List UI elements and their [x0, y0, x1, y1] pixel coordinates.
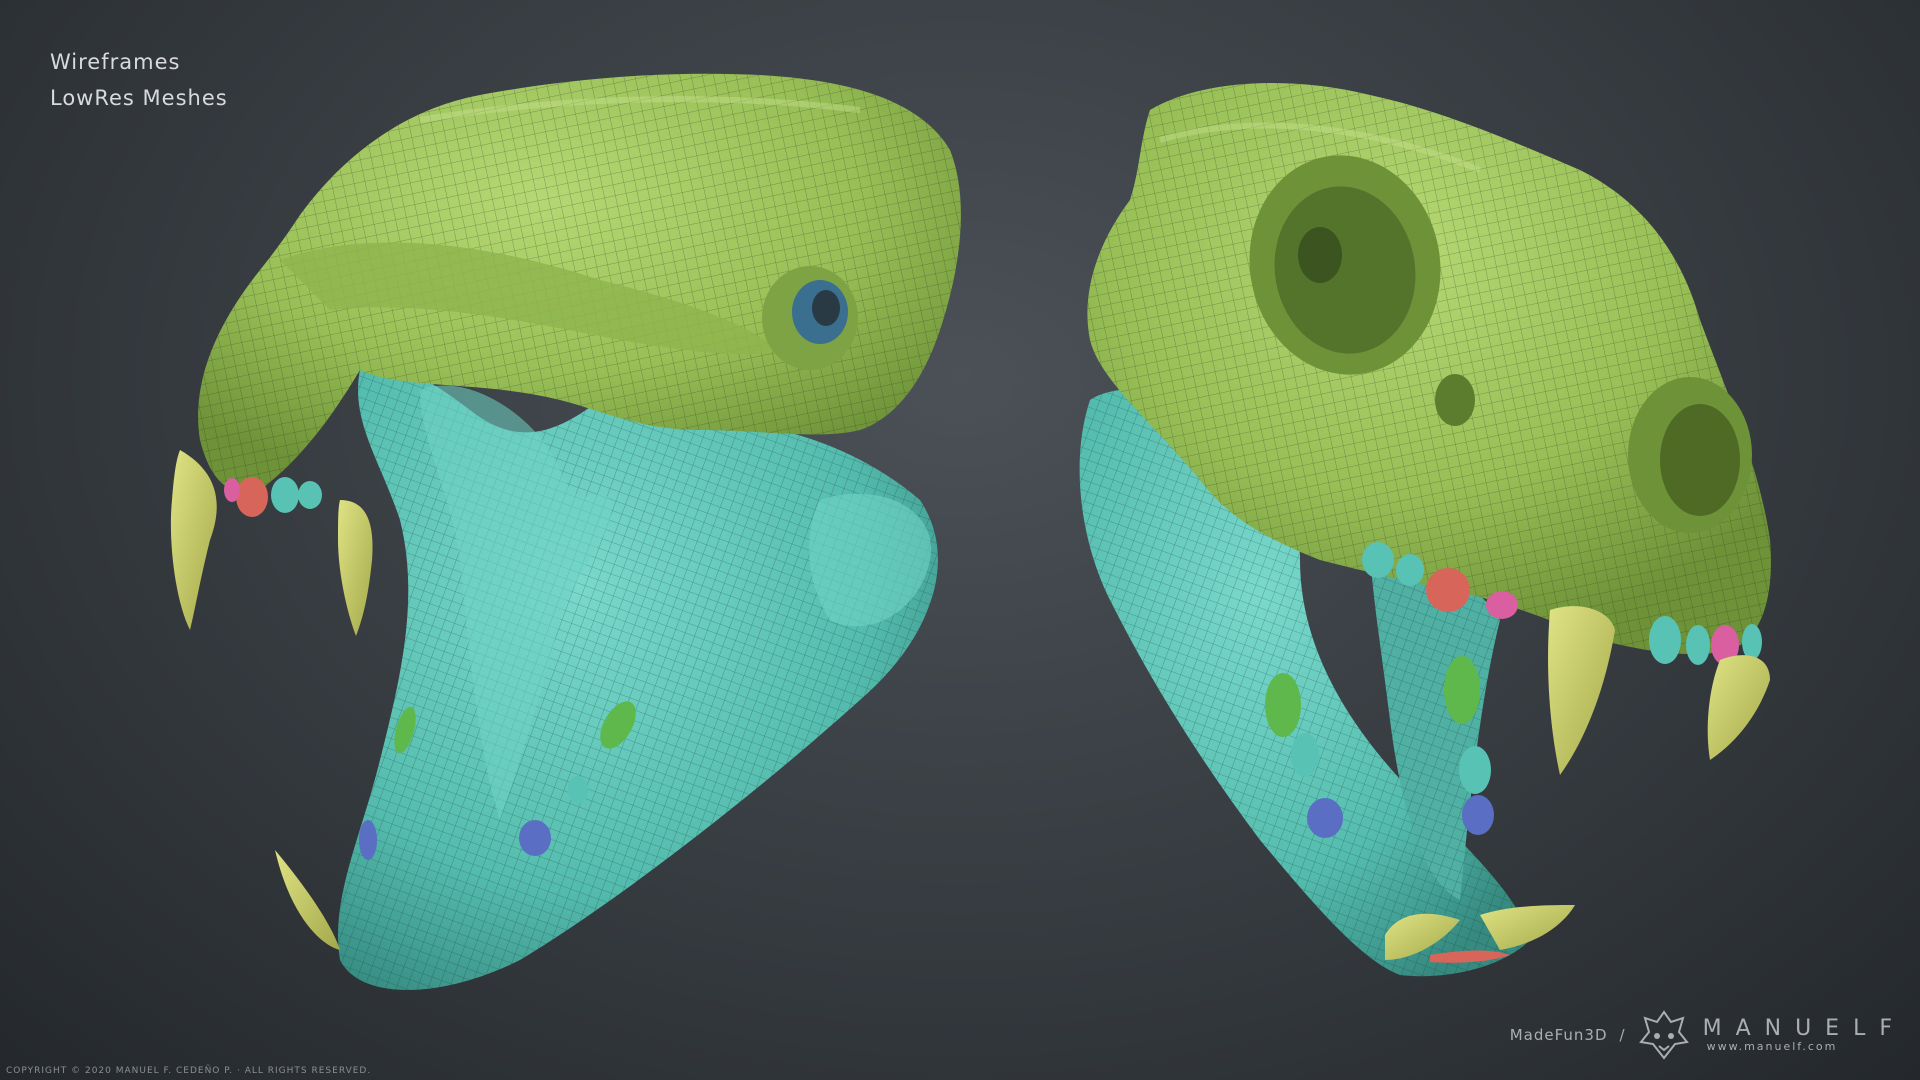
brand-name: MANUELF — [1702, 1016, 1906, 1041]
brand-watermark: MadeFun3D / MANUELF www.manuelf.com — [1510, 1008, 1906, 1062]
brand-separator: / — [1619, 1026, 1625, 1044]
brand-url: www.manuelf.com — [1706, 1040, 1838, 1053]
studio-name: MadeFun3D — [1509, 1026, 1608, 1044]
brand-name-block: MANUELF www.manuelf.com — [1703, 1017, 1906, 1053]
manuelf-logo-icon — [1637, 1008, 1691, 1062]
skull-render — [170, 73, 1771, 991]
copyright-notice: COPYRIGHT © 2020 MANUEL F. CEDEÑO P. · A… — [6, 1066, 372, 1076]
left-skull — [170, 73, 961, 991]
right-skull — [1079, 83, 1771, 977]
left-mandible — [275, 367, 938, 991]
